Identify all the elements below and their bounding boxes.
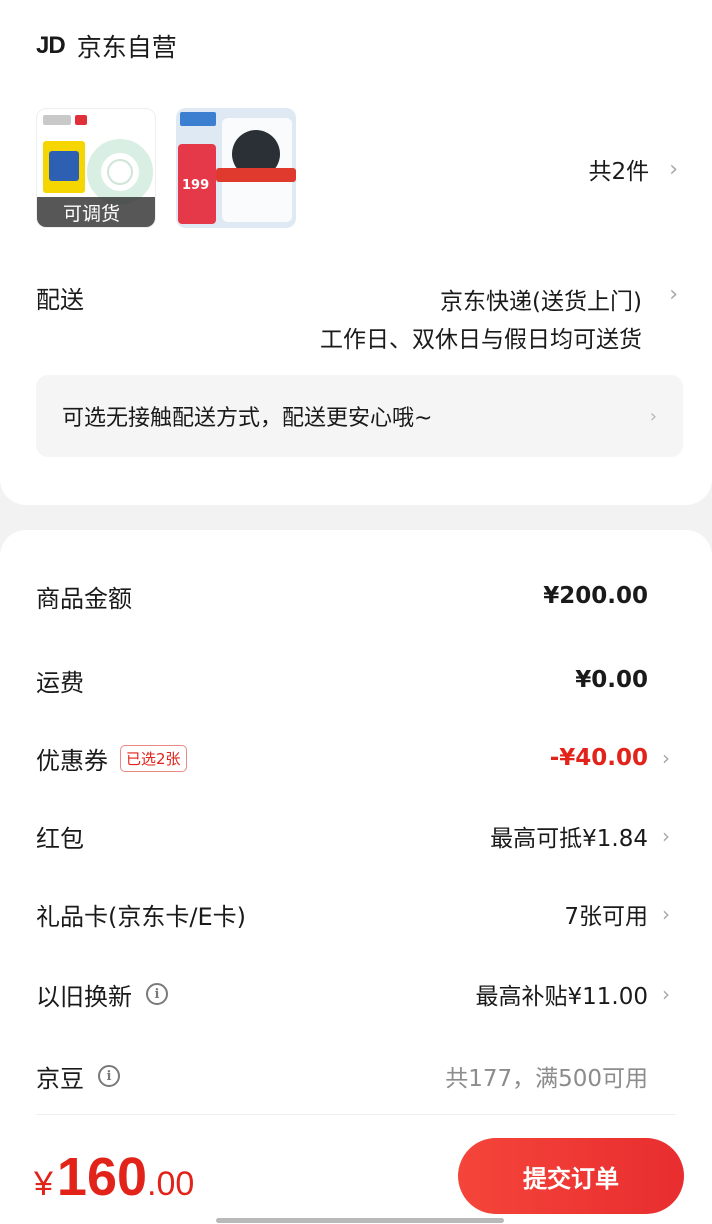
brand-mark-image bbox=[75, 115, 87, 125]
home-indicator[interactable] bbox=[216, 1218, 504, 1223]
product-thumbnail-appliance[interactable]: 199 bbox=[176, 108, 296, 228]
shop-header[interactable]: JD 京东自营 bbox=[36, 28, 177, 64]
price-row-shipping: 运费 ¥0.00 › bbox=[36, 660, 676, 700]
shipping-fee-value: ¥0.00 bbox=[575, 667, 648, 693]
chevron-right-icon: › bbox=[662, 824, 670, 848]
trade-in-value: 最高补贴¥11.00 bbox=[475, 984, 648, 1010]
tape-package-image bbox=[43, 141, 85, 193]
chevron-right-icon: › bbox=[669, 156, 678, 182]
delivery-label: 配送 bbox=[36, 286, 84, 314]
red-packet-value: 最高可抵¥1.84 bbox=[490, 826, 648, 852]
price-summary-card: 商品金额 ¥200.00 › 运费 ¥0.00 › 优惠券 已选2张 -¥40.… bbox=[0, 530, 712, 1224]
total-integer: 160 bbox=[56, 1147, 148, 1207]
price-row-jd-beans: 京豆 i 共177，满500可用 › bbox=[36, 1056, 676, 1096]
price-row-coupon[interactable]: 优惠券 已选2张 -¥40.00 › bbox=[36, 738, 676, 778]
gift-card-value: 7张可用 bbox=[564, 904, 648, 930]
checkout-bar: ¥ 160 .00 提交订单 bbox=[0, 1124, 712, 1224]
total-decimal: .00 bbox=[147, 1165, 195, 1203]
row-label: 京豆 i bbox=[36, 1059, 120, 1094]
row-label: 红包 bbox=[36, 824, 84, 853]
divider bbox=[36, 1114, 676, 1115]
delivery-method[interactable]: 京东快递(送货上门) bbox=[440, 282, 642, 316]
coupon-discount-value: -¥40.00 bbox=[549, 745, 648, 771]
price-row-trade-in[interactable]: 以旧换新 i 最高补贴¥11.00 › bbox=[36, 974, 676, 1014]
contactless-delivery-text: 可选无接触配送方式，配送更安心哦~ bbox=[62, 406, 433, 431]
product-thumbnail-tape[interactable]: 可调货 bbox=[36, 108, 156, 228]
brand-logo-image bbox=[43, 115, 71, 125]
row-label: 商品金额 bbox=[36, 584, 132, 613]
submit-order-button[interactable]: 提交订单 bbox=[458, 1138, 684, 1214]
chevron-right-icon: › bbox=[662, 982, 670, 1006]
chevron-right-icon[interactable]: › bbox=[669, 282, 678, 307]
shop-name: 京东自营 bbox=[76, 33, 177, 62]
order-total: ¥ 160 .00 bbox=[34, 1146, 194, 1208]
contactless-delivery-option[interactable]: 可选无接触配送方式，配送更安心哦~ › bbox=[36, 375, 683, 457]
promo-banner bbox=[216, 168, 296, 182]
brand-logo-image bbox=[180, 112, 216, 126]
chevron-right-icon: › bbox=[662, 902, 670, 926]
price-row-gift-card[interactable]: 礼品卡(京东卡/E卡) 7张可用 › bbox=[36, 894, 676, 934]
coupon-label: 优惠券 bbox=[36, 746, 108, 775]
info-icon[interactable]: i bbox=[146, 983, 168, 1005]
info-icon[interactable]: i bbox=[98, 1065, 120, 1087]
row-label: 优惠券 已选2张 bbox=[36, 741, 187, 776]
currency-symbol: ¥ bbox=[34, 1165, 53, 1203]
jd-beans-label: 京豆 bbox=[36, 1064, 84, 1093]
shop-card: JD 京东自营 可调货 199 共2件 › 配送 京东快递(送货上门) › 工作… bbox=[0, 0, 712, 505]
tape-roll-image bbox=[87, 139, 153, 205]
delivery-schedule: 工作日、双休日与假日均可送货 bbox=[320, 327, 642, 353]
item-count-button[interactable]: 共2件 › bbox=[589, 152, 678, 186]
price-row-red-packet[interactable]: 红包 最高可抵¥1.84 › bbox=[36, 816, 676, 856]
chevron-right-icon: › bbox=[662, 746, 670, 770]
row-label: 以旧换新 i bbox=[36, 977, 168, 1012]
promo-price: 199 bbox=[182, 178, 210, 193]
coupon-selected-badge: 已选2张 bbox=[120, 744, 187, 772]
chevron-right-icon: › bbox=[649, 405, 657, 427]
jd-logo: JD bbox=[36, 32, 66, 59]
adjustable-stock-label: 可调货 bbox=[37, 197, 155, 227]
row-label: 礼品卡(京东卡/E卡) bbox=[36, 902, 246, 931]
jd-beans-value: 共177，满500可用 bbox=[445, 1066, 648, 1092]
price-row-goods-amount: 商品金额 ¥200.00 › bbox=[36, 576, 676, 616]
goods-amount-value: ¥200.00 bbox=[543, 583, 648, 609]
trade-in-label: 以旧换新 bbox=[36, 982, 132, 1011]
item-count: 共2件 bbox=[588, 159, 650, 185]
row-label: 运费 bbox=[36, 668, 84, 697]
